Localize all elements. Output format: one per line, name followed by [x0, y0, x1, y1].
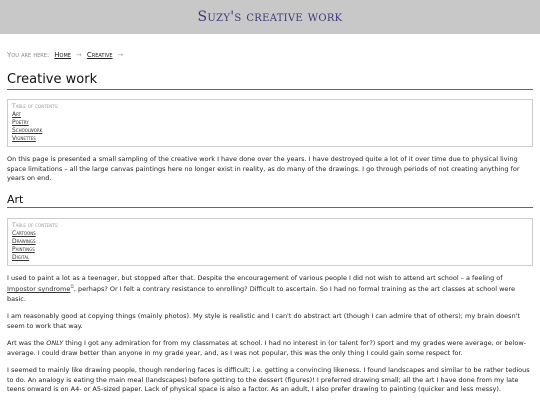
art-paragraph-2: I am reasonably good at copying things (…: [7, 312, 521, 330]
toc-link-schoolwork[interactable]: Schoolwork: [12, 127, 528, 135]
main-content: Creative work Table of contents: Art Poe…: [0, 72, 540, 395]
toc-link-digital[interactable]: Digital: [12, 254, 528, 262]
impostor-syndrome-link[interactable]: Impostor syndrome: [7, 285, 70, 293]
art-paragraph-4: I seemed to mainly like drawing people, …: [7, 366, 530, 394]
toc-link-paintings[interactable]: Paintings: [12, 246, 528, 254]
text-span: Art was the: [7, 339, 47, 348]
text-span: thing I got any admiration for from my c…: [7, 339, 526, 357]
arrow-right-icon: →: [117, 51, 124, 59]
breadcrumb-current-link[interactable]: Creative: [87, 51, 113, 59]
art-paragraph-3: Art was the ONLY thing I got any admirat…: [7, 339, 533, 358]
toc-link-vignettes[interactable]: Vignettes: [12, 135, 528, 143]
breadcrumb: You are here: Home → Creative →: [7, 51, 540, 59]
site-title: Suzy's creative work: [197, 9, 343, 25]
toc-label: Table of contents:: [12, 221, 60, 229]
section-heading-art: Art: [7, 193, 533, 208]
site-header: Suzy's creative work: [0, 0, 540, 34]
breadcrumb-home-link[interactable]: Home: [54, 51, 71, 59]
art-table-of-contents: Table of contents: Cartoons Drawings Pai…: [7, 217, 533, 266]
toc-label: Table of contents:: [12, 103, 60, 110]
toc-link-drawings[interactable]: Drawings: [12, 238, 528, 246]
text-span: , perhaps? Or I felt a contrary resistan…: [7, 285, 515, 303]
toc-link-poetry[interactable]: Poetry: [12, 119, 528, 127]
toc-link-cartoons[interactable]: Cartoons: [12, 230, 528, 238]
page-title: Creative work: [7, 72, 533, 90]
emphasis: ONLY: [46, 339, 64, 348]
table-of-contents: Table of contents: Art Poetry Schoolwork…: [7, 99, 533, 147]
toc-link-art[interactable]: Art: [12, 111, 528, 119]
art-paragraph-1: I used to paint a lot as a teenager, but…: [7, 274, 533, 305]
text-span: I used to paint a lot as a teenager, but…: [7, 273, 503, 282]
breadcrumb-prefix: You are here:: [7, 51, 50, 59]
arrow-right-icon: →: [75, 51, 82, 59]
intro-paragraph: On this page is presented a small sampli…: [7, 155, 520, 182]
